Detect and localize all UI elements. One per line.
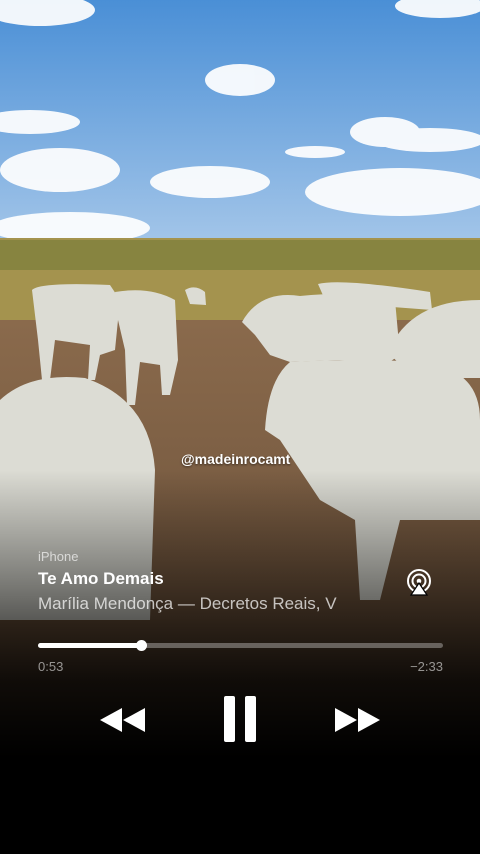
now-playing-screen: @madeinrocamt iPhone Te Amo Demais Maríl… <box>0 0 480 854</box>
video-watermark: @madeinrocamt <box>181 451 291 467</box>
song-title: Te Amo Demais <box>38 569 164 588</box>
fast-forward-button[interactable] <box>332 694 384 746</box>
player-overlay-gradient <box>0 470 480 854</box>
playback-scrubber[interactable] <box>38 640 443 651</box>
airplay-icon[interactable] <box>404 568 434 598</box>
pause-icon <box>224 696 256 742</box>
remaining-time: −2:33 <box>410 659 443 674</box>
elapsed-time: 0:53 <box>38 659 64 674</box>
output-device-label: iPhone <box>38 549 79 564</box>
fast-forward-icon <box>335 708 380 732</box>
pause-button[interactable] <box>214 694 266 746</box>
rewind-icon <box>100 708 145 732</box>
rewind-button[interactable] <box>96 694 148 746</box>
scrubber-progress-fill <box>38 643 142 648</box>
artist-album-text: Marília Mendonça — Decretos Reais, V <box>38 594 337 613</box>
